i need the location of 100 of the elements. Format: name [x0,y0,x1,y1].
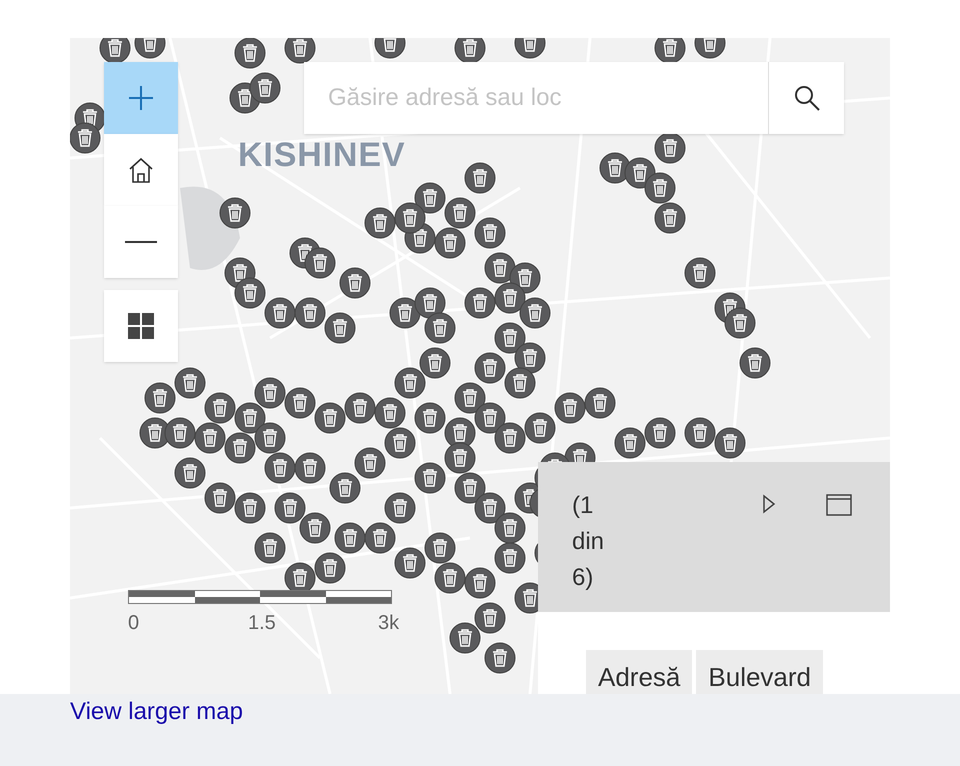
scale-label: 0 [128,611,140,636]
trash-bin-marker-icon[interactable] [234,492,266,524]
trash-bin-marker-icon[interactable] [474,602,506,634]
trash-bin-marker-icon[interactable] [234,38,266,69]
trash-bin-marker-icon[interactable] [434,227,466,259]
trash-bin-marker-icon[interactable] [70,122,101,154]
scale-label: 3k [378,611,400,636]
column-header: Bulevard [696,650,824,694]
basemap-gallery-button[interactable] [104,290,178,362]
trash-bin-marker-icon[interactable] [354,447,386,479]
home-button[interactable] [104,134,178,206]
trash-bin-marker-icon[interactable] [654,202,686,234]
maximize-button[interactable] [826,494,852,516]
trash-bin-marker-icon[interactable] [739,347,771,379]
trash-bin-marker-icon[interactable] [254,532,286,564]
trash-bin-marker-icon[interactable] [584,387,616,419]
trash-bin-marker-icon[interactable] [504,367,536,399]
trash-bin-marker-icon[interactable] [344,392,376,424]
trash-bin-marker-icon[interactable] [284,38,316,64]
trash-bin-marker-icon[interactable] [614,427,646,459]
trash-bin-marker-icon[interactable] [444,197,476,229]
trash-bin-marker-icon[interactable] [424,312,456,344]
trash-bin-marker-icon[interactable] [419,347,451,379]
trash-bin-marker-icon[interactable] [394,547,426,579]
trash-bin-marker-icon[interactable] [684,257,716,289]
trash-bin-marker-icon[interactable] [654,132,686,164]
trash-bin-marker-icon[interactable] [644,417,676,449]
trash-bin-marker-icon[interactable] [174,367,206,399]
trash-bin-marker-icon[interactable] [684,417,716,449]
trash-bin-marker-icon[interactable] [249,72,281,104]
trash-bin-marker-icon[interactable] [294,297,326,329]
trash-bin-marker-icon[interactable] [519,297,551,329]
trash-bin-marker-icon[interactable] [394,367,426,399]
trash-bin-marker-icon[interactable] [234,277,266,309]
trash-bin-marker-icon[interactable] [644,172,676,204]
trash-bin-marker-icon[interactable] [224,432,256,464]
trash-bin-marker-icon[interactable] [554,392,586,424]
trash-bin-marker-icon[interactable] [294,452,326,484]
trash-bin-marker-icon[interactable] [299,512,331,544]
trash-bin-marker-icon[interactable] [384,492,416,524]
city-label: KISHINEV [238,135,406,176]
trash-bin-marker-icon[interactable] [364,522,396,554]
trash-bin-marker-icon[interactable] [654,38,686,64]
trash-bin-marker-icon[interactable] [449,622,481,654]
trash-bin-marker-icon[interactable] [374,397,406,429]
trash-bin-marker-icon[interactable] [474,352,506,384]
next-button[interactable] [762,494,776,514]
trash-bin-marker-icon[interactable] [364,207,396,239]
trash-bin-marker-icon[interactable] [494,282,526,314]
trash-bin-marker-icon[interactable] [464,162,496,194]
trash-bin-marker-icon[interactable] [144,382,176,414]
trash-bin-marker-icon[interactable] [494,512,526,544]
trash-bin-marker-icon[interactable] [264,452,296,484]
trash-bin-marker-icon[interactable] [394,202,426,234]
trash-bin-marker-icon[interactable] [714,427,746,459]
minus-icon [125,241,157,243]
trash-bin-marker-icon[interactable] [494,322,526,354]
trash-bin-marker-icon[interactable] [454,38,486,64]
trash-bin-marker-icon[interactable] [314,552,346,584]
trash-bin-marker-icon[interactable] [254,377,286,409]
trash-bin-marker-icon[interactable] [464,567,496,599]
trash-bin-marker-icon[interactable] [339,267,371,299]
trash-bin-marker-icon[interactable] [474,402,506,434]
trash-bin-marker-icon[interactable] [484,642,516,674]
trash-bin-marker-icon[interactable] [204,482,236,514]
feature-counter: (1 din 6) [572,491,606,593]
trash-bin-marker-icon[interactable] [424,532,456,564]
trash-bin-marker-icon[interactable] [524,412,556,444]
trash-bin-marker-icon[interactable] [174,457,206,489]
trash-bin-marker-icon[interactable] [274,492,306,524]
trash-bin-marker-icon[interactable] [384,427,416,459]
trash-bin-marker-icon[interactable] [164,417,196,449]
trash-bin-marker-icon[interactable] [254,422,286,454]
trash-bin-marker-icon[interactable] [204,392,236,424]
trash-bin-marker-icon[interactable] [454,472,486,504]
trash-bin-marker-icon[interactable] [334,522,366,554]
trash-bin-marker-icon[interactable] [264,297,296,329]
trash-bin-marker-icon[interactable] [414,182,446,214]
trash-bin-marker-icon[interactable] [474,492,506,524]
trash-bin-marker-icon[interactable] [324,312,356,344]
trash-bin-marker-icon[interactable] [494,422,526,454]
trash-bin-marker-icon[interactable] [329,472,361,504]
trash-bin-marker-icon[interactable] [464,287,496,319]
column-header: Adresă [586,650,692,694]
trash-bin-marker-icon[interactable] [304,247,336,279]
trash-bin-marker-icon[interactable] [454,382,486,414]
trash-bin-marker-icon[interactable] [444,442,476,474]
trash-bin-marker-icon[interactable] [414,402,446,434]
view-larger-map-link[interactable]: View larger map [70,698,243,725]
trash-bin-marker-icon[interactable] [99,38,131,64]
window-icon [826,494,852,516]
trash-bin-marker-icon[interactable] [474,217,506,249]
trash-bin-marker-icon[interactable] [724,307,756,339]
trash-bin-marker-icon[interactable] [434,562,466,594]
trash-bin-marker-icon[interactable] [219,197,251,229]
trash-bin-marker-icon[interactable] [284,387,316,419]
trash-bin-marker-icon[interactable] [194,422,226,454]
trash-bin-marker-icon[interactable] [414,462,446,494]
trash-bin-marker-icon[interactable] [494,542,526,574]
trash-bin-marker-icon[interactable] [314,402,346,434]
